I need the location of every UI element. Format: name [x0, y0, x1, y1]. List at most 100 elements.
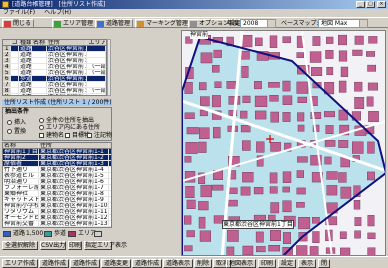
menu-help[interactable]: ヘルプ(H): [44, 9, 71, 16]
building: [282, 171, 292, 183]
replace-label: 置換: [14, 128, 27, 135]
building: [198, 201, 209, 211]
building: [199, 230, 212, 242]
area-manage-button[interactable]: エリア管理: [52, 19, 97, 28]
table-cell: 歩道: [19, 76, 32, 81]
building: [296, 187, 306, 195]
building: [185, 142, 198, 154]
basemap-select[interactable]: 地図 Max: [318, 19, 368, 28]
table-cell: [11, 46, 19, 51]
status-right-button[interactable]: 地図表示: [226, 259, 257, 268]
building: [226, 246, 235, 255]
table-cell: [11, 88, 19, 93]
note-checkbox[interactable]: [87, 133, 92, 138]
building: [326, 67, 334, 76]
status-button[interactable]: 道路作成: [39, 259, 70, 268]
address-name: キャットストリート: [4, 197, 39, 202]
table-cell: [87, 82, 106, 87]
address-value: 東京都渋谷区神宮前1-8: [39, 191, 109, 196]
address-name: 原宿署: [3, 161, 39, 166]
column-header[interactable]: 名称: [3, 143, 39, 148]
building-label: 建物名: [46, 132, 65, 139]
address-value: 東京都渋谷区神宮前1-2: [39, 155, 109, 160]
csv-export-button[interactable]: CSV出力: [40, 241, 66, 250]
building: [338, 50, 348, 62]
building: [200, 52, 213, 64]
status-button[interactable]: 道路変更: [101, 259, 132, 268]
list-item[interactable]: 神宮前交番 東京都渋谷区神宮前1-13: [3, 221, 111, 227]
all-address-radio[interactable]: [39, 118, 44, 123]
table-cell: 道路: [19, 94, 32, 95]
status-button[interactable]: 道路作成: [70, 259, 101, 268]
building: [340, 186, 352, 199]
maximize-button[interactable]: □: [366, 1, 375, 8]
building-checkbox[interactable]: [39, 133, 44, 138]
print-button[interactable]: 印刷: [68, 241, 82, 250]
building: [255, 231, 264, 243]
column-header[interactable]: エリア名称: [87, 40, 106, 45]
road-legend-label: 道路: [13, 230, 26, 237]
close-button[interactable]: 閉じる: [2, 19, 35, 28]
table-cell: 渋谷区神宮前３丁目: [47, 82, 88, 87]
area-show-button[interactable]: 指定エリア表示: [84, 241, 127, 250]
road-manage-button[interactable]: 道路管理: [95, 19, 134, 28]
clear-selection-button[interactable]: 全選択解除: [2, 241, 38, 250]
building: [351, 141, 364, 154]
table-cell: [11, 82, 19, 87]
table-cell: 道路: [19, 70, 32, 75]
building: [269, 172, 278, 184]
building: [185, 185, 195, 198]
table-cell: [11, 70, 19, 75]
minimize-button[interactable]: _: [356, 1, 365, 8]
building: [367, 247, 376, 255]
area-address-radio[interactable]: [39, 125, 44, 130]
status-button[interactable]: エリア作成: [2, 259, 39, 268]
road-grid-scrollbar[interactable]: [107, 39, 111, 96]
table-cell: 道路: [19, 88, 32, 93]
building: [312, 36, 321, 46]
status-right-button[interactable]: 設定: [278, 259, 297, 268]
status-right-button[interactable]: 印刷: [258, 259, 277, 268]
table-cell: [87, 46, 106, 51]
address-name: 神宮前交番: [3, 221, 39, 226]
building: [200, 96, 210, 107]
building: [297, 156, 308, 163]
column-header[interactable]: 住所: [47, 40, 88, 45]
window-title: [道路台帳管理] [住所リスト作成]: [12, 1, 106, 8]
address-grid[interactable]: 名称 住所 神宮前1丁目 東京都渋谷区神宮前1-1 神宮前2 東京都渋谷区神宮前1-2 原宿…: [2, 142, 112, 228]
status-button[interactable]: 削除: [194, 259, 213, 268]
road-swatch: [3, 231, 11, 237]
status-button[interactable]: 道路作成: [132, 259, 163, 268]
building: [256, 246, 266, 253]
menu-file[interactable]: ファイル(F): [3, 9, 35, 16]
close-window-button[interactable]: ×: [377, 1, 386, 8]
building: [325, 50, 334, 59]
row-number: 1: [3, 46, 11, 51]
table-cell: [32, 94, 47, 95]
building: [241, 66, 249, 78]
status-right-button[interactable]: 表示: [298, 259, 317, 268]
column-header[interactable]: 名称: [32, 40, 47, 45]
row-number: 7: [3, 82, 11, 87]
building: [269, 35, 278, 48]
building: [198, 216, 206, 229]
column-header[interactable]: コード: [11, 40, 19, 45]
building: [368, 111, 379, 122]
landmark-checkbox[interactable]: [65, 133, 70, 138]
building: [282, 36, 291, 43]
road-grid[interactable]: コード種類名称住所エリア名称1道路渋谷区神宮前１丁目2道路渋谷区神宮前１丁目3道…: [2, 39, 107, 96]
building: [297, 124, 305, 132]
status-right-button[interactable]: 閉: [318, 259, 331, 268]
status-button[interactable]: 道路表示: [163, 259, 194, 268]
map-view[interactable]: 神宮前 東京都渋谷区神宮前1丁目: [181, 30, 386, 256]
replace-radio[interactable]: [7, 129, 12, 134]
column-header[interactable]: 種類: [19, 40, 32, 45]
column-header[interactable]: 住所: [39, 143, 109, 148]
year-select[interactable]: 2008: [240, 19, 276, 28]
building: [352, 49, 363, 56]
close-icon: [4, 21, 11, 27]
table-row[interactable]: 9 道路 渋谷区神宮前４丁目: [3, 94, 106, 95]
walk-swatch: [44, 231, 52, 237]
marking-manage-button[interactable]: マーキング管理: [135, 19, 191, 28]
insert-radio[interactable]: [7, 120, 12, 125]
